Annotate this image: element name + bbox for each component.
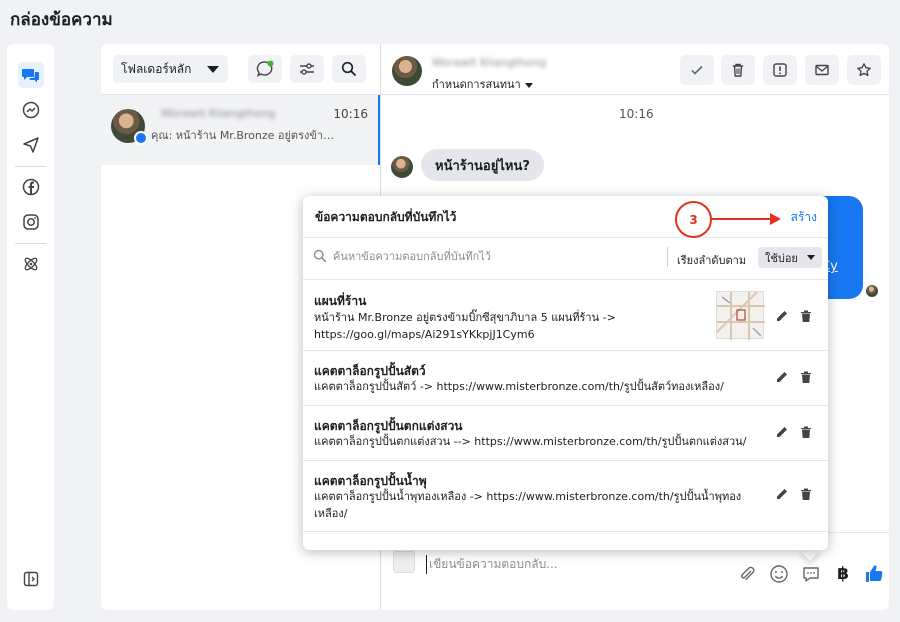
left-rail bbox=[7, 44, 54, 610]
done-icon bbox=[691, 65, 703, 75]
chat-timestamp: 10:16 bbox=[619, 107, 654, 121]
trash-icon[interactable] bbox=[797, 423, 815, 441]
map-thumbnail bbox=[716, 291, 765, 340]
search-icon bbox=[313, 249, 327, 263]
chevron-down-icon bbox=[807, 255, 815, 260]
saved-reply-item[interactable]: แคตตาล็อกรูปปั้นน้ำพุ แคตตาล็อกรูปปั้นน้… bbox=[303, 461, 828, 531]
mail-icon bbox=[815, 64, 829, 76]
saved-reply-body: แคตตาล็อกรูปปั้นสัตว์ -> https://www.mis… bbox=[314, 380, 724, 393]
saved-replies-icon[interactable] bbox=[800, 563, 822, 585]
trash-icon[interactable] bbox=[797, 368, 815, 386]
spam-icon bbox=[773, 63, 787, 77]
mark-spam-button[interactable] bbox=[763, 55, 797, 85]
saved-reply-item[interactable]: แคตตาล็อกรูปปั้นตกแต่งสวน แคตตาล็อกรูปปั… bbox=[303, 406, 828, 460]
mark-done-button[interactable] bbox=[680, 55, 714, 85]
trash-icon[interactable] bbox=[797, 307, 815, 325]
folder-label: โฟลเดอร์หลัก bbox=[121, 61, 192, 76]
edit-icon[interactable] bbox=[773, 485, 791, 503]
messenger-icon[interactable] bbox=[18, 97, 44, 123]
saved-reply-item[interactable]: แคตตาล็อกรูปปั้นสัตว์ แคตตาล็อกรูปปั้นสั… bbox=[303, 351, 828, 405]
compose-input[interactable]: เขียนข้อความตอบกลับ... bbox=[426, 555, 558, 574]
conversation-contact-name: Worawit Kliangthong bbox=[161, 107, 276, 120]
saved-replies-search[interactable]: ค้นหาข้อความตอบกลับที่บันทึกไว้ bbox=[313, 247, 491, 265]
search-icon bbox=[341, 61, 357, 77]
star-button[interactable] bbox=[847, 55, 881, 85]
chat-avatar bbox=[392, 56, 422, 86]
messenger-badge-icon bbox=[134, 131, 148, 145]
folder-dropdown[interactable]: โฟลเดอร์หลัก bbox=[113, 55, 228, 83]
panel-toggle-icon[interactable] bbox=[18, 566, 44, 592]
page-title: กล่องข้อความ bbox=[10, 10, 113, 30]
sort-label: เรียงลำดับตาม bbox=[677, 254, 747, 267]
chat-contact-name: Worawit Kliangthong bbox=[432, 56, 547, 69]
trash-icon[interactable] bbox=[797, 485, 815, 503]
saved-replies-title: ข้อความตอบกลับที่บันทึกไว้ bbox=[315, 210, 457, 224]
step-callout: 3 bbox=[675, 201, 712, 238]
sender-avatar bbox=[391, 156, 413, 178]
new-message-icon bbox=[256, 60, 274, 77]
saved-reply-body: แคตตาล็อกรูปปั้นตกแต่งสวน --> https://ww… bbox=[314, 435, 747, 448]
send-icon[interactable] bbox=[18, 132, 44, 158]
baht-icon[interactable]: ฿ bbox=[832, 563, 854, 585]
conversation-row[interactable]: Worawit Kliangthong 10:16 คุณ: หน้าร้าน … bbox=[101, 95, 380, 165]
chevron-down-icon bbox=[524, 82, 533, 88]
incoming-message: หน้าร้านอยู่ไหน? bbox=[421, 149, 544, 181]
trash-icon bbox=[733, 63, 743, 77]
saved-replies-popup: ข้อความตอบกลับที่บันทึกไว้ สร้าง ค้นหาข้… bbox=[303, 196, 828, 550]
saved-reply-body: แคตตาล็อกรูปปั้นน้ำพุทองเหลือง -> https:… bbox=[314, 490, 742, 520]
read-receipt-avatar bbox=[866, 285, 878, 297]
delete-conversation-button[interactable] bbox=[721, 55, 755, 85]
atom-icon[interactable] bbox=[18, 251, 44, 277]
sort-select[interactable]: ใช้บ่อย bbox=[758, 247, 822, 268]
inbox-icon[interactable] bbox=[18, 62, 44, 88]
search-button[interactable] bbox=[332, 55, 366, 83]
star-icon bbox=[857, 63, 871, 77]
page-avatar bbox=[393, 551, 415, 573]
conversation-time: 10:16 bbox=[333, 107, 368, 121]
new-message-button[interactable] bbox=[248, 55, 282, 83]
saved-replies-search-placeholder: ค้นหาข้อความตอบกลับที่บันทึกไว้ bbox=[333, 250, 491, 263]
edit-icon[interactable] bbox=[773, 423, 791, 441]
like-icon[interactable] bbox=[863, 563, 885, 585]
mark-unread-button[interactable] bbox=[805, 55, 839, 85]
facebook-icon[interactable] bbox=[18, 174, 44, 200]
create-saved-reply-link[interactable]: สร้าง bbox=[791, 208, 817, 227]
edit-icon[interactable] bbox=[773, 368, 791, 386]
assign-conversation-dropdown[interactable]: กำหนดการสนทนา bbox=[432, 75, 533, 93]
saved-reply-body: หน้าร้าน Mr.Bronze อยู่ตรงข้ามบิ๊กซีสุขา… bbox=[314, 311, 616, 341]
callout-arrowhead bbox=[770, 213, 781, 225]
callout-arrow bbox=[712, 218, 772, 220]
saved-reply-item[interactable]: แผนที่ร้าน หน้าร้าน Mr.Bronze อยู่ตรงข้า… bbox=[303, 280, 828, 350]
filter-icon bbox=[300, 63, 314, 75]
emoji-icon[interactable] bbox=[768, 563, 790, 585]
chevron-down-icon bbox=[207, 66, 219, 73]
filter-button[interactable] bbox=[290, 55, 324, 83]
edit-icon[interactable] bbox=[773, 307, 791, 325]
attach-icon[interactable] bbox=[736, 563, 758, 585]
instagram-icon[interactable] bbox=[18, 209, 44, 235]
conversation-preview: คุณ: หน้าร้าน Mr.Bronze อยู่ตรงข้ามบิ๊กซ… bbox=[151, 129, 341, 142]
